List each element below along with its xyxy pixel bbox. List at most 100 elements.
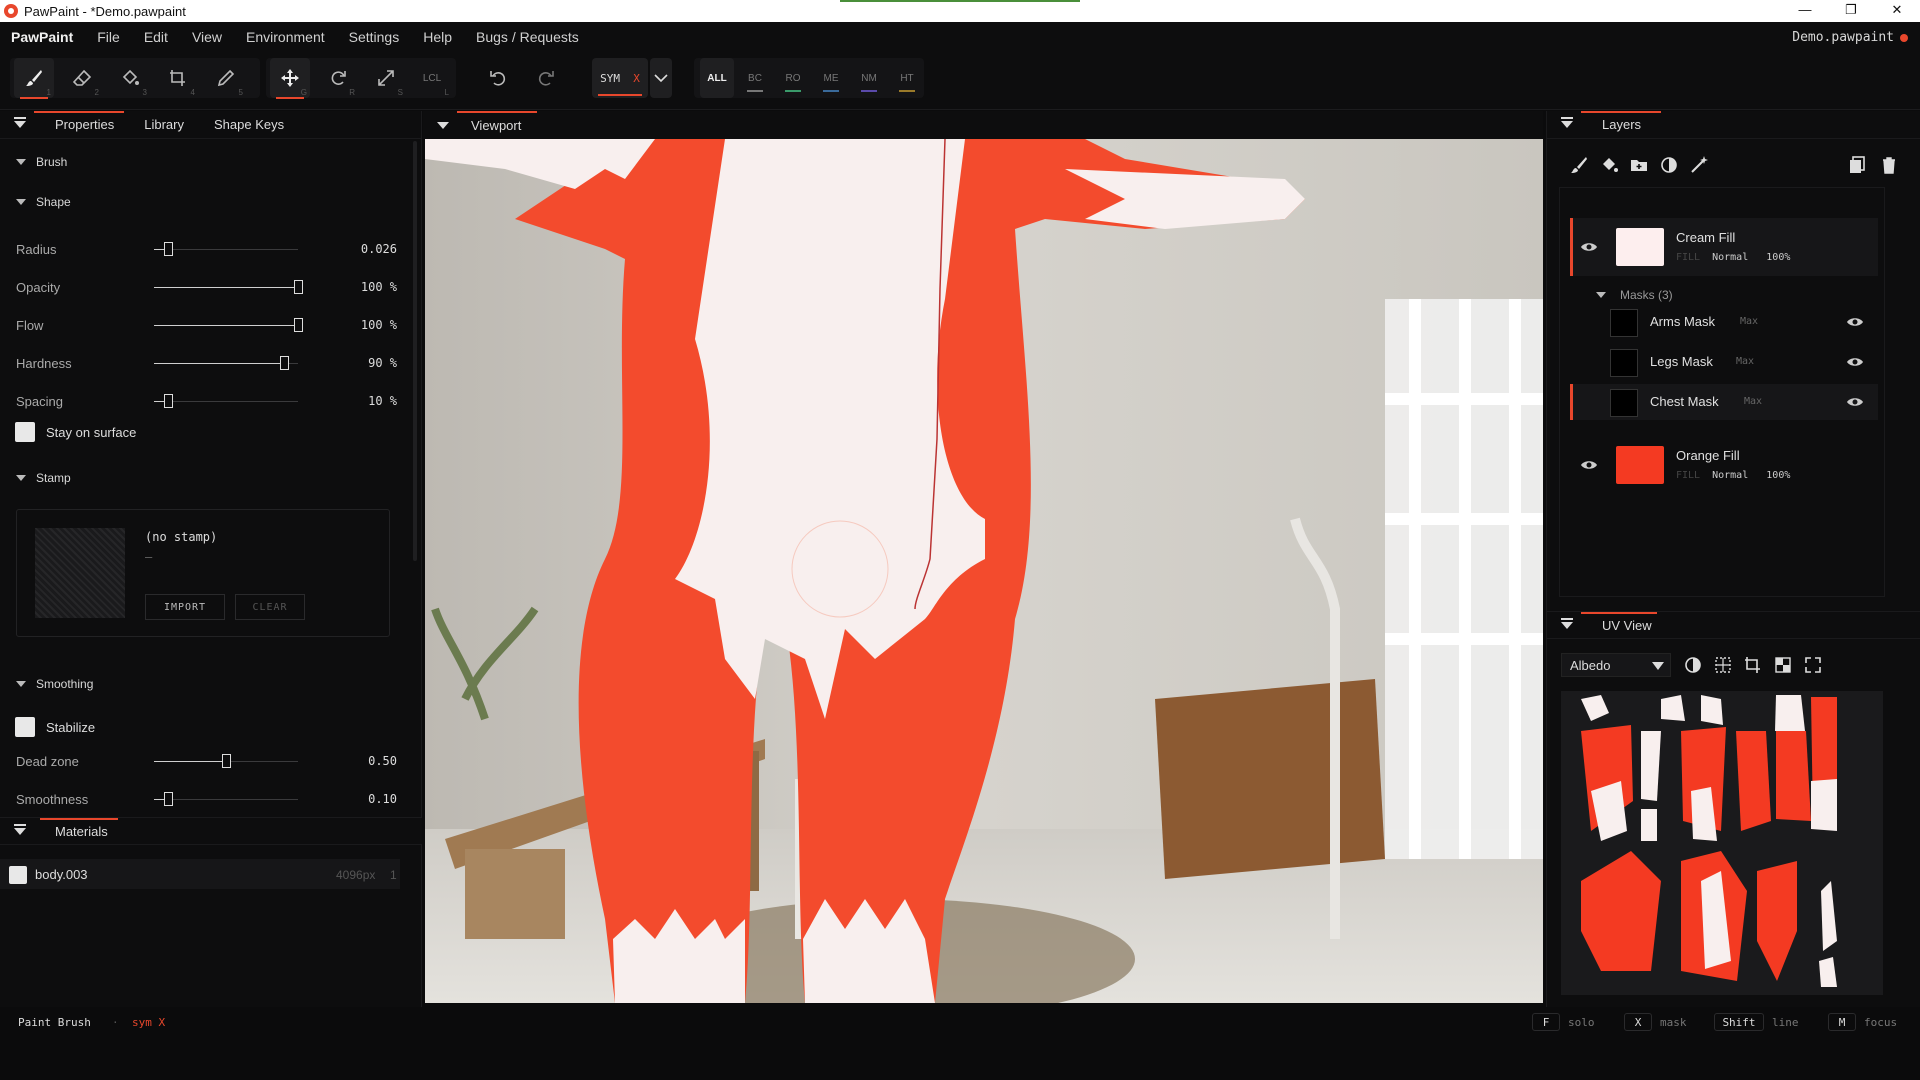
slider-value[interactable]: 10 %	[368, 394, 397, 408]
mask-legs[interactable]: Legs Mask Max	[1570, 344, 1878, 380]
mask-arms[interactable]: Arms Mask Max	[1570, 304, 1878, 340]
brush-section-header[interactable]: Brush	[16, 155, 67, 169]
stamp-clear-button[interactable]: CLEAR	[235, 594, 305, 620]
tab-shape-keys[interactable]: Shape Keys	[199, 117, 299, 132]
eye-icon[interactable]	[1580, 459, 1598, 471]
menu-bugs-requests[interactable]: Bugs / Requests	[464, 29, 591, 45]
slider-handle[interactable]	[294, 280, 303, 294]
contrast-icon[interactable]	[1683, 655, 1703, 675]
status-tool: Paint Brush	[18, 1016, 91, 1029]
fullscreen-icon[interactable]	[1803, 655, 1823, 675]
stabilize-checkbox[interactable]	[15, 717, 35, 737]
channel-ht-button[interactable]: HT	[890, 58, 924, 98]
fill-tool-button[interactable]: 3	[110, 58, 150, 98]
slider-track[interactable]	[154, 792, 298, 806]
menu-view[interactable]: View	[180, 29, 234, 45]
redo-button[interactable]	[526, 58, 566, 98]
slider-handle[interactable]	[279, 356, 289, 370]
panel-menu-icon[interactable]	[437, 121, 449, 129]
eye-icon[interactable]	[1846, 396, 1864, 408]
channel-nm-button[interactable]: NM	[852, 58, 886, 98]
slider-handle[interactable]	[294, 318, 303, 332]
move-tool-button[interactable]: G	[270, 58, 310, 99]
slider-handle[interactable]	[164, 242, 174, 256]
smudge-tool-button[interactable]: 4	[158, 58, 198, 98]
uv-channel-select[interactable]: Albedo	[1561, 653, 1671, 677]
slider-handle[interactable]	[164, 394, 174, 408]
shape-section-header[interactable]: Shape	[16, 195, 71, 209]
slider-track[interactable]	[154, 318, 303, 332]
channel-me-button[interactable]: ME	[814, 58, 848, 98]
eye-icon[interactable]	[1846, 356, 1864, 368]
add-folder-icon[interactable]	[1629, 155, 1649, 175]
masks-group-header[interactable]: Masks (3)	[1596, 288, 1673, 302]
slider-value[interactable]: 0.026	[361, 242, 397, 256]
close-window-button[interactable]: ✕	[1874, 0, 1920, 22]
slider-value[interactable]: 100 %	[361, 318, 397, 332]
slider-value[interactable]: 0.10	[368, 792, 397, 806]
slider-value[interactable]: 0.50	[368, 754, 397, 768]
panel-menu-icon[interactable]	[14, 823, 26, 835]
channel-bc-button[interactable]: BC	[738, 58, 772, 98]
tab-properties[interactable]: Properties	[40, 117, 129, 132]
add-paint-layer-icon[interactable]	[1569, 155, 1589, 175]
picker-tool-button[interactable]: 5	[206, 58, 246, 98]
symmetry-toggle[interactable]: SYM X	[592, 58, 648, 98]
eye-icon[interactable]	[1580, 241, 1598, 253]
panel-menu-icon[interactable]	[1561, 117, 1573, 128]
menu-settings[interactable]: Settings	[337, 29, 412, 45]
menu-edit[interactable]: Edit	[132, 29, 180, 45]
local-space-toggle[interactable]: LCL L	[412, 58, 452, 98]
magic-wand-icon[interactable]	[1689, 155, 1709, 175]
symmetry-dropdown-button[interactable]	[650, 58, 672, 98]
rotate-icon	[331, 71, 346, 85]
restore-button[interactable]: ❐	[1828, 0, 1874, 22]
undo-button[interactable]	[478, 58, 518, 98]
menu-file[interactable]: File	[85, 29, 132, 45]
rotate-tool-button[interactable]: R	[318, 58, 358, 98]
slider-track[interactable]	[154, 242, 298, 256]
slider-track[interactable]	[154, 394, 298, 408]
viewport-canvas[interactable]	[425, 139, 1543, 1003]
smoothing-section-header[interactable]: Smoothing	[16, 677, 93, 691]
tab-library[interactable]: Library	[129, 117, 199, 132]
stamp-section-header[interactable]: Stamp	[16, 471, 71, 485]
eye-icon[interactable]	[1846, 316, 1864, 328]
delete-layer-icon[interactable]	[1879, 155, 1899, 175]
add-fill-layer-icon[interactable]	[1599, 155, 1619, 175]
channel-ht-bar	[899, 90, 915, 92]
slider-handle[interactable]	[164, 792, 174, 806]
duplicate-layer-icon[interactable]	[1847, 155, 1867, 175]
slider-handle[interactable]	[222, 754, 231, 768]
panel-menu-icon[interactable]	[14, 117, 26, 128]
layer-orange-fill[interactable]: Orange Fill FILL Normal 100%	[1570, 436, 1878, 494]
scale-tool-button[interactable]: S	[366, 58, 406, 98]
slider-track[interactable]	[154, 280, 303, 294]
material-name: body.003	[35, 867, 88, 882]
panel-menu-icon[interactable]	[1561, 617, 1573, 629]
properties-scrollbar[interactable]	[413, 141, 417, 561]
material-row[interactable]: body.003 4096px 1	[0, 859, 400, 889]
slider-value[interactable]: 100 %	[361, 280, 397, 294]
minimize-button[interactable]: —	[1782, 0, 1828, 22]
viewport-scene[interactable]	[425, 139, 1543, 1003]
checker-icon[interactable]	[1773, 655, 1793, 675]
menu-help[interactable]: Help	[411, 29, 464, 45]
uv-map-canvas[interactable]	[1561, 691, 1883, 995]
slider-track[interactable]	[154, 754, 298, 768]
uv-grid-icon[interactable]	[1713, 655, 1733, 675]
adjustment-layer-icon[interactable]	[1659, 155, 1679, 175]
eraser-tool-button[interactable]: 2	[62, 58, 102, 98]
channel-ro-button[interactable]: RO	[776, 58, 810, 98]
slider-label: Hardness	[16, 356, 72, 371]
channel-all-button[interactable]: ALL	[700, 58, 734, 98]
layer-cream-fill[interactable]: Cream Fill FILL Normal 100%	[1570, 218, 1878, 276]
stamp-import-button[interactable]: IMPORT	[145, 594, 225, 620]
mask-chest[interactable]: Chest Mask Max	[1570, 384, 1878, 420]
brush-tool-button[interactable]: 1	[14, 58, 54, 99]
menu-environment[interactable]: Environment	[234, 29, 337, 45]
stay-on-surface-checkbox[interactable]	[15, 422, 35, 442]
uv-crop-icon[interactable]	[1743, 655, 1763, 675]
slider-track[interactable]	[154, 356, 298, 370]
slider-value[interactable]: 90 %	[368, 356, 397, 370]
